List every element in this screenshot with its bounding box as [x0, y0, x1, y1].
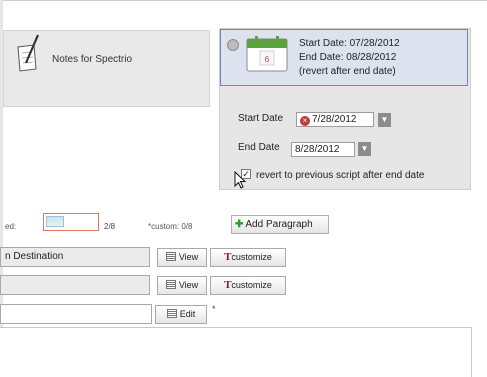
customize-button[interactable]: Tcustomize: [210, 248, 286, 267]
meter-fill: [46, 216, 64, 227]
add-paragraph-label: Add Paragraph: [245, 219, 313, 230]
end-date-value: 8/28/2012: [295, 144, 340, 155]
paragraph-field[interactable]: n Destination: [0, 247, 150, 267]
top-border: [0, 0, 487, 1]
customize-button[interactable]: Tcustomize: [210, 276, 286, 295]
edit-label: Edit: [179, 309, 196, 319]
content-area: [0, 327, 472, 377]
summary-start-date: Start Date: 07/28/2012: [299, 38, 400, 49]
required-mark: *: [212, 304, 216, 314]
list-icon: [165, 280, 176, 289]
edit-button[interactable]: Edit: [155, 305, 207, 324]
customize-label: customize: [231, 280, 272, 290]
list-icon: [165, 252, 176, 261]
paragraph-field[interactable]: [0, 275, 150, 295]
paragraph-count-value: 2/8: [104, 222, 116, 231]
schedule-panel: 6 Start Date: 07/28/2012 End Date: 08/28…: [219, 28, 471, 190]
add-paragraph-button[interactable]: ✚ Add Paragraph: [231, 215, 329, 234]
paragraph-field-value: n Destination: [5, 251, 64, 262]
notepad-pencil-icon: [17, 34, 40, 72]
plus-icon: ✚: [235, 219, 244, 230]
calendar-icon: 6: [246, 36, 288, 72]
end-date-label: End Date: [238, 142, 280, 153]
schedule-summary: 6 Start Date: 07/28/2012 End Date: 08/28…: [220, 29, 468, 86]
revert-label[interactable]: revert to previous script after end date: [256, 170, 424, 181]
notes-panel: Notes for Spectrio: [3, 30, 210, 107]
summary-revert-note: (revert after end date): [299, 66, 396, 77]
dropdown-arrow-icon[interactable]: ▼: [358, 142, 371, 156]
paragraph-field[interactable]: [0, 304, 152, 324]
paragraph-count-label: ed:: [5, 222, 17, 231]
summary-end-date: End Date: 08/28/2012: [299, 52, 397, 63]
svg-text:6: 6: [265, 55, 270, 64]
view-button[interactable]: View: [157, 276, 207, 295]
view-button[interactable]: View: [157, 248, 207, 267]
notes-label[interactable]: Notes for Spectrio: [52, 54, 132, 65]
paragraph-count-meter: [43, 213, 99, 231]
view-label: View: [178, 280, 199, 290]
collapse-icon[interactable]: [227, 39, 239, 51]
start-date-label: Start Date: [238, 113, 284, 124]
mouse-cursor-icon: [234, 171, 247, 189]
start-date-value: 7/28/2012: [312, 114, 357, 125]
view-label: View: [178, 252, 199, 262]
clear-date-icon[interactable]: ×: [300, 116, 310, 126]
start-date-input[interactable]: × 7/28/2012: [296, 112, 374, 127]
end-date-input[interactable]: 8/28/2012: [291, 142, 355, 157]
list-icon: [166, 309, 177, 318]
custom-count-label: *custom: 0/8: [148, 222, 193, 231]
dropdown-arrow-icon[interactable]: ▼: [378, 113, 391, 127]
customize-label: customize: [231, 252, 272, 262]
